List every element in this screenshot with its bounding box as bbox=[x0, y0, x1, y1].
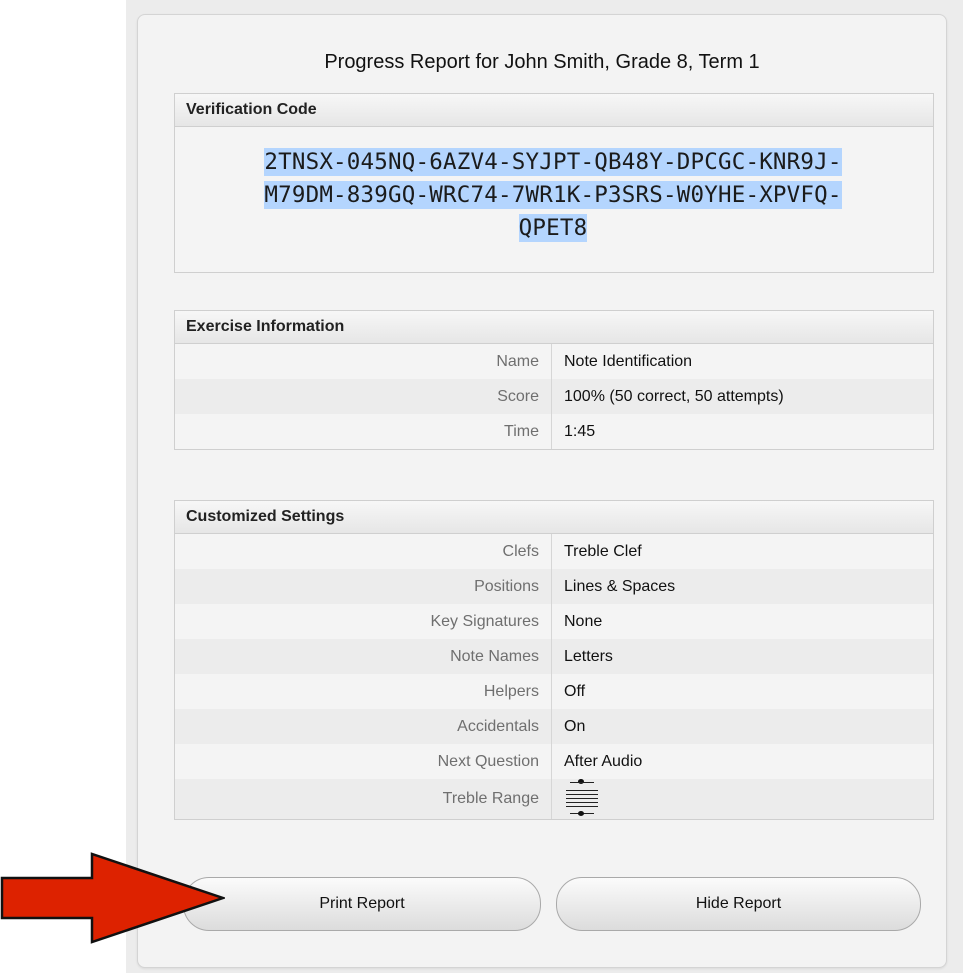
settings-row-helpers: Helpers Off bbox=[175, 674, 933, 709]
row-label: Next Question bbox=[175, 744, 552, 779]
exercise-information-header: Exercise Information bbox=[175, 311, 933, 344]
staff-line bbox=[566, 802, 598, 803]
row-value: Treble Clef bbox=[564, 543, 642, 560]
exercise-information-section: Exercise Information Name Note Identific… bbox=[174, 310, 934, 450]
verification-code-header: Verification Code bbox=[175, 94, 933, 127]
staff-line bbox=[566, 806, 598, 807]
customized-settings-section: Customized Settings Clefs Treble Clef Po… bbox=[174, 500, 934, 820]
exercise-information-rows: Name Note Identification Score 100% (50 … bbox=[175, 344, 933, 449]
row-label: Name bbox=[175, 344, 552, 379]
red-arrow-icon bbox=[0, 852, 225, 944]
row-value: Note Identification bbox=[564, 353, 693, 370]
row-value bbox=[552, 779, 600, 819]
row-label: Positions bbox=[175, 569, 552, 604]
row-label: Score bbox=[175, 379, 552, 414]
row-label: Helpers bbox=[175, 674, 552, 709]
row-value: None bbox=[564, 613, 603, 630]
settings-row-clefs: Clefs Treble Clef bbox=[175, 534, 933, 569]
row-label: Time bbox=[175, 414, 552, 449]
verification-code-section: Verification Code 2TNSX-045NQ-6AZV4-SYJP… bbox=[174, 93, 934, 273]
staff-line bbox=[566, 790, 598, 791]
low-note-dot bbox=[578, 811, 584, 816]
row-label: Clefs bbox=[175, 534, 552, 569]
row-value: 1:45 bbox=[564, 423, 596, 440]
hide-report-button[interactable]: Hide Report bbox=[556, 877, 921, 931]
report-title: Progress Report for John Smith, Grade 8,… bbox=[324, 51, 760, 73]
staff-line bbox=[566, 798, 598, 799]
settings-row-next-question: Next Question After Audio bbox=[175, 744, 933, 779]
verification-code-line[interactable]: 2TNSX-045NQ-6AZV4-SYJPT-QB48Y-DPCGC-KNR9… bbox=[264, 148, 842, 176]
exercise-row-time: Time 1:45 bbox=[175, 414, 933, 449]
settings-row-accidentals: Accidentals On bbox=[175, 709, 933, 744]
customized-settings-rows: Clefs Treble Clef Positions Lines & Spac… bbox=[175, 534, 933, 819]
ledger-line-top bbox=[570, 782, 594, 783]
customized-settings-header: Customized Settings bbox=[175, 501, 933, 534]
verification-code-line[interactable]: QPET8 bbox=[518, 214, 588, 242]
verification-code-text[interactable]: 2TNSX-045NQ-6AZV4-SYJPT-QB48Y-DPCGC-KNR9… bbox=[188, 146, 918, 245]
row-value: On bbox=[564, 718, 586, 735]
settings-row-treble-range: Treble Range bbox=[175, 779, 933, 819]
row-value: Off bbox=[564, 683, 586, 700]
row-value: 100% (50 correct, 50 attempts) bbox=[564, 388, 784, 405]
print-report-button[interactable]: Print Report bbox=[183, 877, 541, 931]
row-label: Accidentals bbox=[175, 709, 552, 744]
exercise-row-name: Name Note Identification bbox=[175, 344, 933, 379]
row-label: Note Names bbox=[175, 639, 552, 674]
verification-code-line[interactable]: M79DM-839GQ-WRC74-7WR1K-P3SRS-W0YHE-XPVF… bbox=[264, 181, 842, 209]
row-value: Letters bbox=[564, 648, 613, 665]
arrow-shape bbox=[0, 852, 225, 944]
row-value: Lines & Spaces bbox=[564, 578, 676, 595]
row-value: After Audio bbox=[564, 753, 643, 770]
row-label: Key Signatures bbox=[175, 604, 552, 639]
row-label: Treble Range bbox=[175, 779, 552, 819]
exercise-row-score: Score 100% (50 correct, 50 attempts) bbox=[175, 379, 933, 414]
settings-row-positions: Positions Lines & Spaces bbox=[175, 569, 933, 604]
staff-range-icon bbox=[564, 779, 600, 819]
settings-row-key-signatures: Key Signatures None bbox=[175, 604, 933, 639]
progress-report-panel: Progress Report for John Smith, Grade 8,… bbox=[137, 14, 947, 968]
staff-line bbox=[566, 794, 598, 795]
settings-row-note-names: Note Names Letters bbox=[175, 639, 933, 674]
